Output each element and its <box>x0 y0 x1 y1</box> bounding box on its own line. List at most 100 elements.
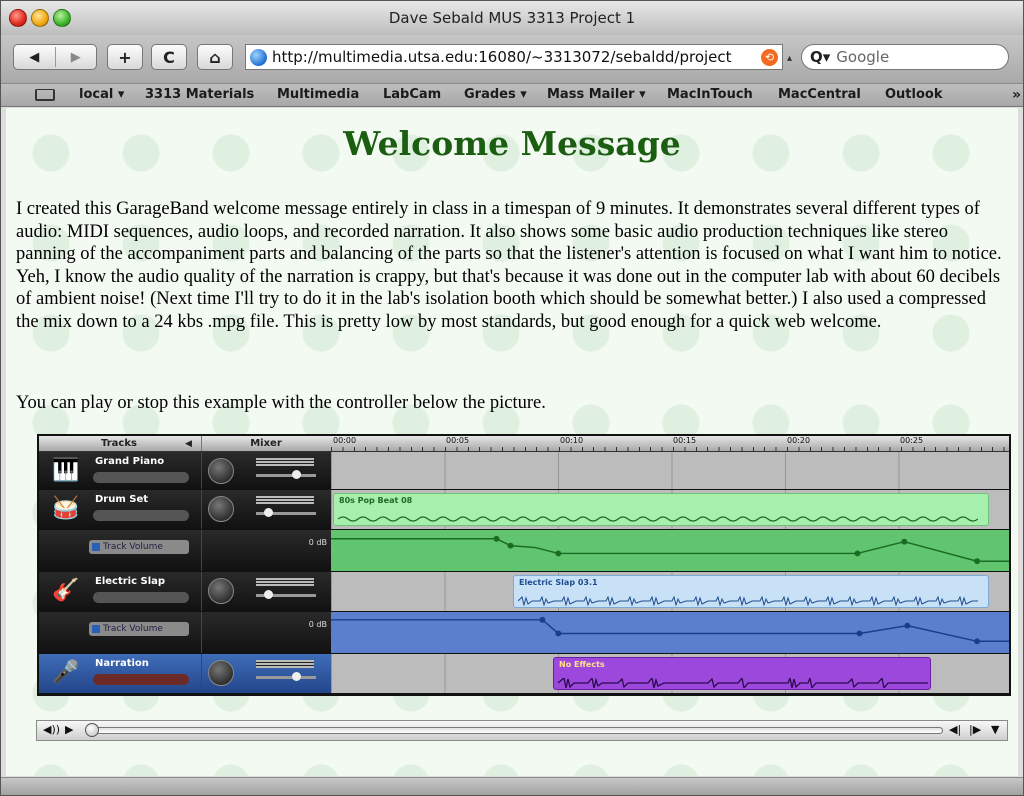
address-bar[interactable]: http://multimedia.utsa.edu:16080/~331307… <box>245 44 783 70</box>
track-volume-selector: Track Volume <box>89 540 189 554</box>
bookmark-grades[interactable]: Grades ▾ <box>464 87 527 102</box>
track-name: Drum Set <box>95 494 149 505</box>
speaker-icon[interactable]: ◀)) <box>43 723 60 736</box>
garageband-screenshot: Tracks ◀ Mixer 00:00 00:05 00:10 00:15 0… <box>37 434 1011 696</box>
search-placeholder: Google <box>836 48 890 66</box>
bookmark-multimedia[interactable]: Multimedia <box>277 87 359 102</box>
mixer-cell <box>201 572 331 611</box>
track-lane: 80s Pop Beat 08 <box>331 490 1009 529</box>
quicktime-controller: ◀)) ▶ ◀| |▶ ▼ <box>36 720 1008 741</box>
bookmark-mass-mailer[interactable]: Mass Mailer ▾ <box>547 87 646 102</box>
window-title: Dave Sebald MUS 3313 Project 1 <box>388 9 636 27</box>
pan-knob-icon <box>208 578 234 604</box>
volume-fader <box>256 590 316 599</box>
ruler-tick: 00:00 <box>333 436 357 445</box>
level-meter <box>256 660 314 668</box>
bookmark-3313-materials[interactable]: 3313 Materials <box>145 87 254 102</box>
mixer-cell: 0 dB <box>201 612 331 653</box>
tracks-header: Tracks <box>101 438 137 449</box>
globe-icon <box>250 48 267 66</box>
mixer-cell <box>201 452 331 489</box>
narration-audio-region: No Effects <box>553 657 931 690</box>
track-name: Grand Piano <box>95 456 165 467</box>
region-label: No Effects <box>559 660 605 669</box>
automation-header: Track Volume <box>39 612 201 653</box>
back-arrow-icon[interactable]: ◀ <box>14 50 55 65</box>
fader-knob <box>292 470 301 479</box>
back-forward-buttons: ◀ ▶ <box>13 44 97 70</box>
region-label: 80s Pop Beat 08 <box>339 496 413 505</box>
volume-curve <box>331 616 1009 645</box>
home-button[interactable]: ⌂ <box>197 44 233 70</box>
play-icon[interactable]: ▶ <box>65 723 73 736</box>
track-name: Electric Slap <box>95 576 166 587</box>
volume-fader <box>256 470 316 479</box>
track-controls <box>93 674 189 685</box>
automation-lane <box>331 530 1009 571</box>
reload-button[interactable]: C <box>151 44 187 70</box>
track-name: Narration <box>95 658 149 669</box>
level-meter <box>256 578 314 586</box>
track-header: 🥁 Drum Set <box>39 490 201 529</box>
mixer-header: Mixer <box>201 436 330 451</box>
ruler-tick: 00:05 <box>446 436 470 445</box>
add-bookmark-button[interactable]: + <box>107 44 143 70</box>
piano-icon: 🎹 <box>52 458 80 483</box>
ruler-tick: 00:20 <box>787 436 811 445</box>
waveform <box>518 596 978 606</box>
garageband-header: Tracks ◀ Mixer 00:00 00:05 00:10 00:15 0… <box>39 436 1009 452</box>
bookmark-local[interactable]: local ▾ <box>79 87 124 102</box>
bookmarks-bar: local ▾ 3313 Materials Multimedia LabCam… <box>1 83 1023 107</box>
track-header: 🎤 Narration <box>39 654 201 693</box>
instruction-paragraph: You can play or stop this example with t… <box>16 393 546 413</box>
snapback-icon[interactable]: ⟲ <box>761 48 778 66</box>
bookmark-maccentral[interactable]: MacCentral <box>778 87 861 102</box>
address-caret-icon: ▴ <box>787 53 793 64</box>
track-header: 🎹 Grand Piano <box>39 452 201 489</box>
ruler-tick: 00:25 <box>900 436 924 445</box>
mixer-cell <box>201 654 331 693</box>
level-meter <box>256 458 314 466</box>
pan-knob-icon <box>208 496 234 522</box>
bookmark-outlook[interactable]: Outlook <box>885 87 942 102</box>
mixer-cell <box>201 490 331 529</box>
track-controls <box>93 510 189 521</box>
home-icon: ⌂ <box>209 47 221 67</box>
drum-audio-region: 80s Pop Beat 08 <box>333 493 989 526</box>
progress-track[interactable] <box>89 727 943 734</box>
timeline-ruler: 00:00 00:05 00:10 00:15 00:20 00:25 <box>331 436 1009 451</box>
track-row-narration: 🎤 Narration No Effects <box>39 654 1009 694</box>
track-row-grand-piano: 🎹 Grand Piano <box>39 452 1009 490</box>
track-row-slap-automation: Track Volume 0 dB <box>39 612 1009 654</box>
page-content: Welcome Message I created this GarageBan… <box>6 108 1018 776</box>
track-row-drum-automation: Track Volume 0 dB <box>39 530 1009 572</box>
volume-fader <box>256 508 316 517</box>
waveform <box>338 516 978 522</box>
zero-db-label: 0 dB <box>308 620 327 629</box>
track-row-drum-set: 🥁 Drum Set 80s Pop Beat 08 <box>39 490 1009 530</box>
google-search-field[interactable]: Q▾ Google <box>801 44 1009 70</box>
bookmark-labcam[interactable]: LabCam <box>383 87 441 102</box>
bookmarks-book-icon[interactable] <box>35 89 55 101</box>
address-text[interactable]: http://multimedia.utsa.edu:16080/~331307… <box>272 48 757 66</box>
search-icon[interactable]: Q▾ <box>810 48 830 66</box>
microphone-icon: 🎤 <box>52 660 80 685</box>
playhead-thumb[interactable] <box>85 723 99 737</box>
track-lane: No Effects <box>331 654 1009 693</box>
track-row-electric-slap: 🎸 Electric Slap Electric Slap 03.1 <box>39 572 1009 612</box>
automation-header: Track Volume <box>39 530 201 571</box>
more-bookmarks-button[interactable]: » <box>1012 87 1021 103</box>
forward-arrow-icon[interactable]: ▶ <box>56 50 97 65</box>
track-controls <box>93 592 189 603</box>
bass-audio-region: Electric Slap 03.1 <box>513 575 989 608</box>
track-header: 🎸 Electric Slap <box>39 572 201 611</box>
step-back-icon[interactable]: ◀| <box>949 723 961 736</box>
bookmark-macintouch[interactable]: MacInTouch <box>667 87 753 102</box>
dropdown-menu-icon[interactable]: ▼ <box>991 723 999 736</box>
zero-db-label: 0 dB <box>308 538 327 547</box>
fader-knob <box>264 590 273 599</box>
collapse-arrow-icon: ◀ <box>185 439 192 449</box>
track-lane: Electric Slap 03.1 <box>331 572 1009 611</box>
step-forward-icon[interactable]: |▶ <box>969 723 981 736</box>
track-volume-selector: Track Volume <box>89 622 189 636</box>
